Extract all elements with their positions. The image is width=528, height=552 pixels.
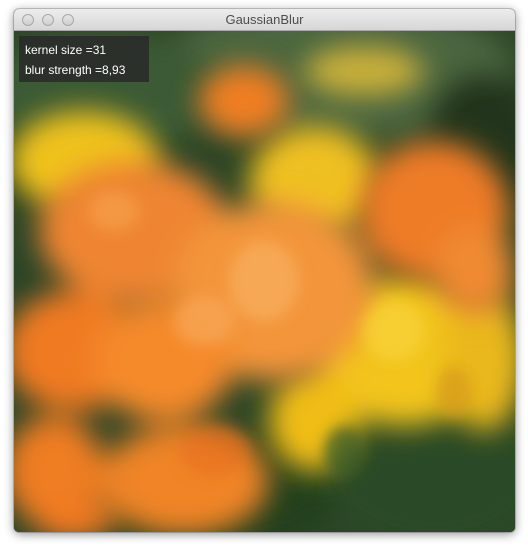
- info-overlay: kernel size =31 blur strength =8,93: [19, 36, 149, 82]
- window-title: GaussianBlur: [225, 12, 304, 27]
- title-bar[interactable]: GaussianBlur: [14, 9, 515, 31]
- blur-strength-label: blur strength =8,93: [25, 63, 126, 77]
- image-canvas[interactable]: kernel size =31 blur strength =8,93: [14, 31, 515, 532]
- blurred-flowers-image: [14, 31, 515, 532]
- app-window: GaussianBlur kernel size =31 blur streng…: [14, 9, 515, 532]
- kernel-size-label: kernel size =31: [25, 43, 107, 57]
